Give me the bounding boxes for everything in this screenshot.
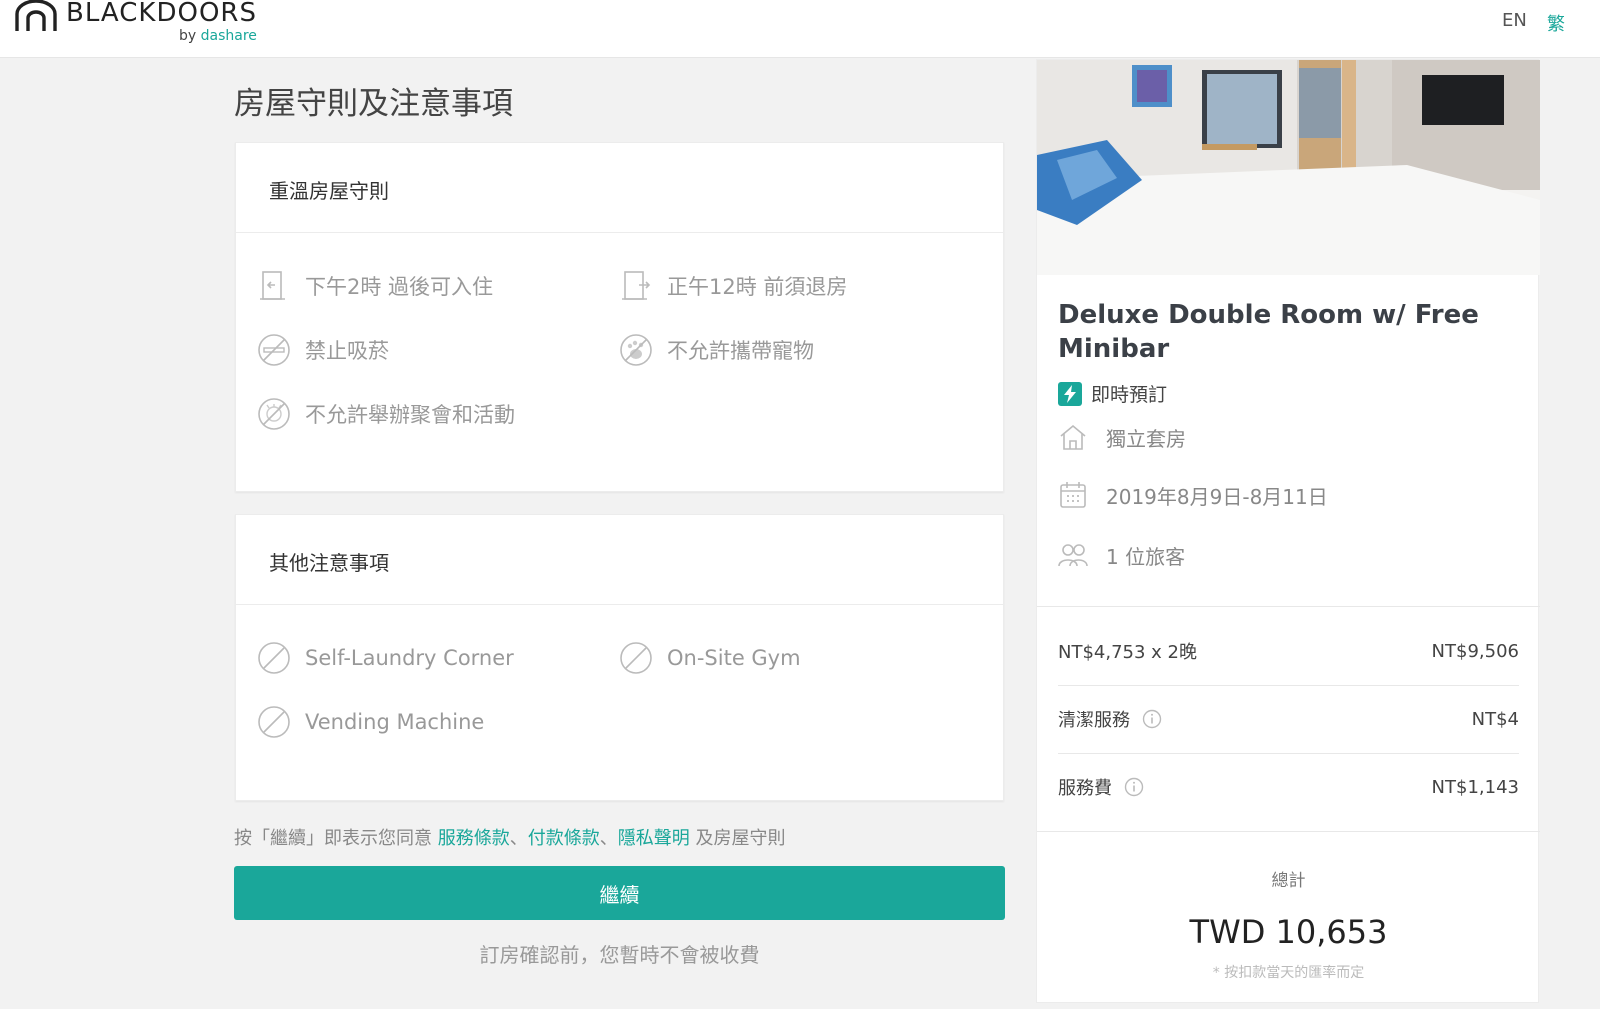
other-notes-heading: 其他注意事項	[236, 515, 1003, 605]
rule-checkin-text: 下午2時 過後可入住	[305, 275, 494, 299]
room-title: Deluxe Double Room w/ Free Minibar	[1058, 300, 1479, 364]
info-icon[interactable]	[1124, 777, 1144, 797]
divider	[1037, 831, 1540, 832]
total-amount: TWD 10,653	[1189, 913, 1388, 951]
stay-dates-text: 2019年8月9日-8月11日	[1106, 484, 1328, 509]
info-icon[interactable]	[1142, 709, 1162, 729]
language-en[interactable]: EN	[1502, 10, 1527, 31]
not-available-icon	[258, 642, 290, 674]
terms-suffix: 及房屋守則	[689, 828, 786, 849]
price-row-service-fee: 服務費 NT$1,143	[1058, 772, 1519, 802]
booking-summary: Deluxe Double Room w/ Free Minibar 即時預訂 …	[1036, 59, 1540, 1003]
note-item: Vending Machine	[257, 705, 484, 739]
house-icon	[1060, 424, 1086, 450]
house-rules-heading: 重溫房屋守則	[236, 143, 1003, 233]
price-row-cleaning: 清潔服務 NT$4	[1058, 704, 1519, 734]
terms-agreement: 按「繼續」即表示您同意 服務條款、付款條款、隱私聲明 及房屋守則	[234, 824, 785, 850]
price-row-nights: NT$4,753 x 2晚 NT$9,506	[1058, 636, 1519, 666]
price-row-value: NT$9,506	[1431, 640, 1519, 662]
divider	[1037, 606, 1540, 607]
other-notes-card: 其他注意事項 Self-Laundry Corner On-Site Gym V…	[235, 514, 1004, 801]
rule-no-parties: 不允許舉辦聚會和活動	[257, 397, 515, 431]
door-enter-icon	[260, 271, 285, 300]
instant-booking-text: 即時預訂	[1091, 384, 1168, 406]
terms-separator: 、	[599, 828, 618, 849]
rule-checkout-text: 正午12時 前須退房	[667, 275, 848, 299]
door-logo-icon	[15, 0, 57, 31]
stay-dates: 2019年8月9日-8月11日	[1058, 480, 1328, 510]
guest-count-text: 1 位旅客	[1106, 544, 1186, 569]
rule-no-pets-text: 不允許攜帶寵物	[667, 339, 814, 363]
note-item: Self-Laundry Corner	[257, 641, 514, 675]
language-zh-hant[interactable]: 繁	[1547, 10, 1565, 36]
note-item: On-Site Gym	[619, 641, 801, 675]
rule-no-parties-text: 不允許舉辦聚會和活動	[305, 403, 515, 427]
page-title: 房屋守則及注意事項	[234, 86, 513, 122]
payment-terms-link[interactable]: 付款條款	[528, 828, 600, 849]
not-available-icon	[258, 706, 290, 738]
not-available-icon	[620, 642, 652, 674]
price-row-label: 服務費	[1058, 778, 1112, 799]
note-item-text: Vending Machine	[305, 710, 485, 734]
door-exit-icon	[622, 271, 651, 300]
no-charge-note: 訂房確認前，您暫時不會被收費	[479, 943, 760, 967]
room-type: 獨立套房	[1058, 422, 1186, 452]
instant-booking-badge: 即時預訂	[1058, 380, 1167, 407]
rule-no-smoking-text: 禁止吸菸	[305, 339, 389, 363]
note-item-text: On-Site Gym	[667, 646, 801, 670]
terms-of-service-link[interactable]: 服務條款	[438, 828, 510, 849]
lightning-icon	[1058, 381, 1082, 406]
calendar-icon	[1060, 482, 1086, 508]
price-row-label-group: 清潔服務	[1058, 706, 1162, 732]
top-header: BLACKDOORS by dashare EN 繁	[0, 0, 1600, 58]
rule-checkin: 下午2時 過後可入住	[257, 269, 493, 303]
total-label: 總計	[1271, 871, 1306, 891]
price-row-label: NT$4,753 x 2晚	[1058, 642, 1197, 663]
note-item-text: Self-Laundry Corner	[305, 646, 514, 670]
no-smoking-icon	[258, 334, 290, 366]
price-row-label-group: 服務費	[1058, 774, 1144, 800]
price-row-value: NT$1,143	[1431, 776, 1519, 798]
privacy-policy-link[interactable]: 隱私聲明	[618, 828, 690, 849]
brand-name: BLACKDOORS	[66, 0, 257, 28]
price-row-label: 清潔服務	[1058, 710, 1130, 731]
room-image	[1037, 60, 1540, 275]
house-rules-card: 重溫房屋守則 下午2時 過後可入住 正午12時 前須退房 禁止吸菸 不允許攜帶寵…	[235, 142, 1004, 492]
guests-icon	[1058, 544, 1088, 567]
rule-no-smoking: 禁止吸菸	[257, 333, 389, 367]
rule-checkout: 正午12時 前須退房	[619, 269, 847, 303]
exchange-rate-note: * 按扣款當天的匯率而定	[1212, 965, 1365, 981]
divider	[1058, 753, 1519, 754]
no-parties-icon	[258, 398, 290, 430]
room-photo	[1037, 60, 1540, 275]
terms-prefix: 按「繼續」即表示您同意	[234, 828, 438, 849]
rule-no-pets: 不允許攜帶寵物	[619, 333, 814, 367]
brand-subtitle: by dashare	[179, 28, 257, 44]
price-row-value: NT$4	[1471, 708, 1519, 730]
divider	[1058, 685, 1519, 686]
guest-count: 1 位旅客	[1058, 540, 1185, 570]
terms-separator: 、	[509, 828, 528, 849]
room-type-text: 獨立套房	[1106, 426, 1186, 451]
continue-button[interactable]: 繼續	[234, 866, 1005, 920]
no-pets-icon	[620, 334, 652, 366]
